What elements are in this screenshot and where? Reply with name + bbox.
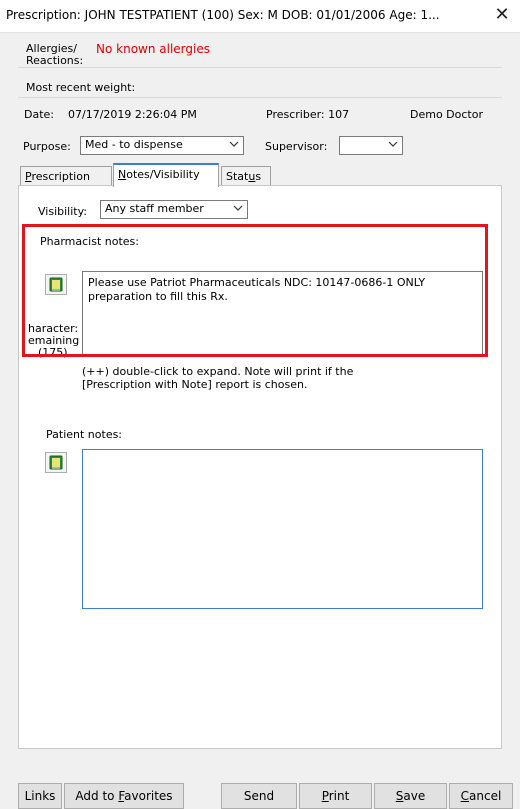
tab-notes-visibility[interactable]: Notes/Visibility — [113, 163, 219, 187]
visibility-label: Visibility: — [38, 205, 88, 218]
supervisor-select[interactable] — [339, 136, 403, 155]
button-label-pre: Add to — [75, 789, 119, 803]
chevron-down-icon — [388, 141, 398, 147]
button-label-post: ave — [403, 789, 426, 803]
tab-label-mnemonic: N — [118, 168, 127, 181]
patient-notes-label: Patient notes: — [46, 428, 123, 441]
chevron-down-icon — [229, 141, 239, 147]
tab-label-pre: Stat — [226, 170, 249, 183]
header-panel — [0, 33, 520, 164]
book-icon — [49, 455, 63, 470]
close-icon[interactable]: ✕ — [492, 4, 512, 25]
expand-hint-line1: (++) double-click to expand. Note will p… — [82, 365, 354, 378]
patient-notes-expand-button[interactable] — [45, 452, 67, 473]
divider — [18, 67, 502, 68]
save-button[interactable]: Save — [374, 783, 447, 809]
add-to-favorites-button[interactable]: Add to Favorites — [64, 783, 184, 809]
tab-label-post: s — [255, 170, 262, 183]
highlight-rectangle — [22, 224, 488, 357]
divider — [18, 97, 502, 98]
purpose-select[interactable]: Med - to dispense — [80, 136, 244, 155]
prescriber-name: Demo Doctor — [410, 108, 483, 121]
send-button[interactable]: Send — [221, 783, 297, 809]
weight-label: Most recent weight: — [26, 81, 136, 94]
supervisor-label: Supervisor: — [265, 140, 328, 153]
button-label-post: avorites — [124, 789, 173, 803]
visibility-value: Any staff member — [105, 202, 204, 215]
purpose-label: Purpose: — [23, 140, 71, 153]
date-label: Date: — [24, 108, 54, 121]
allergies-label-line2: Reactions: — [26, 54, 84, 67]
button-label-mnemonic: P — [321, 789, 329, 803]
allergies-value: No known allergies — [96, 42, 210, 56]
patient-notes-field[interactable] — [82, 449, 483, 609]
tab-status[interactable]: Status — [221, 166, 271, 187]
window-title: Prescription: JOHN TESTPATIENT (100) Sex… — [6, 8, 440, 22]
purpose-value: Med - to dispense — [85, 138, 183, 151]
expand-hint-line2: [Prescription with Note] report is chose… — [82, 378, 308, 391]
prescriber-label: Prescriber: 107 — [266, 108, 350, 121]
button-label-post: ancel — [469, 789, 502, 803]
tab-label-post: rescription — [31, 170, 90, 183]
cancel-button[interactable]: Cancel — [449, 783, 513, 809]
tab-prescription[interactable]: Prescription — [20, 166, 112, 187]
tab-label-post: otes/Visibility — [126, 168, 200, 181]
title-bar: Prescription: JOHN TESTPATIENT (100) Sex… — [0, 0, 520, 33]
date-value: 07/17/2019 2:26:04 PM — [68, 108, 197, 121]
visibility-select[interactable]: Any staff member — [100, 200, 248, 219]
button-label-post: rint — [328, 789, 350, 803]
button-label-mnemonic: C — [460, 789, 470, 803]
chevron-down-icon — [233, 205, 243, 211]
print-button[interactable]: Print — [299, 783, 372, 809]
links-button[interactable]: Links — [18, 783, 62, 809]
